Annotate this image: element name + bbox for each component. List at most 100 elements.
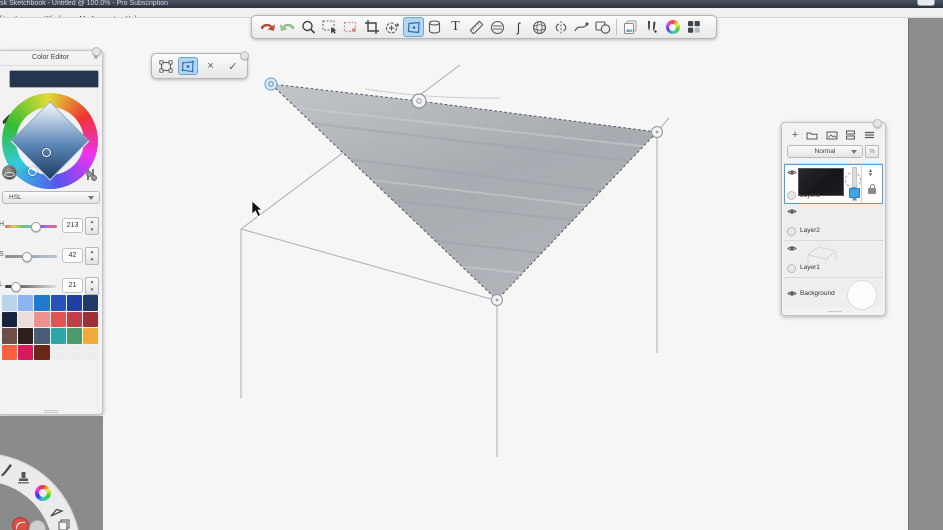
reselect-tool-button[interactable]: [340, 17, 361, 37]
hue-value[interactable]: 213: [62, 218, 83, 233]
layer-folder-button[interactable]: [806, 131, 818, 140]
color-editor-resize-grip[interactable]: [44, 410, 58, 411]
layers-panel-resize-grip[interactable]: [828, 311, 842, 312]
zoom-tool-button[interactable]: [298, 17, 319, 37]
color-editor-header[interactable]: Color Editor ×: [0, 51, 102, 66]
lightness-slider[interactable]: [5, 281, 57, 292]
distorted-layer[interactable]: [269, 83, 659, 301]
layers-panel-handle[interactable]: [873, 119, 882, 128]
color-swatch[interactable]: [34, 344, 50, 360]
brush-puck-icon[interactable]: [0, 462, 14, 477]
background-color-thumbnail[interactable]: [847, 280, 877, 310]
saturation-slider[interactable]: [5, 251, 57, 262]
menu-item-image[interactable]: Image: [10, 15, 39, 17]
menu-item-help[interactable]: Help: [121, 15, 145, 17]
saturation-slider-thumb[interactable]: [21, 251, 32, 262]
color-editor-handle[interactable]: [92, 47, 101, 56]
color-swatch[interactable]: [2, 311, 18, 327]
color-swatch[interactable]: [34, 311, 50, 327]
hue-slider[interactable]: [5, 221, 57, 232]
color-swatch[interactable]: [2, 328, 18, 344]
stamp-tool-icon[interactable]: [17, 471, 30, 485]
add-layer-button[interactable]: +: [792, 129, 798, 141]
handle-top-mid[interactable]: [411, 93, 427, 109]
lightness-value[interactable]: 21: [62, 278, 83, 293]
ellipse-guide-button[interactable]: [487, 17, 508, 37]
color-swatch[interactable]: [50, 295, 66, 311]
color-globe-icon[interactable]: [2, 165, 17, 180]
perspective-guide-button[interactable]: [529, 17, 550, 37]
layer-option-button[interactable]: %: [865, 145, 879, 158]
layer-row-layer1[interactable]: Layer1: [784, 241, 883, 278]
slider-settings-icon[interactable]: [85, 169, 97, 181]
saturation-stepper[interactable]: ▲ ▼: [85, 247, 99, 265]
visibility-eye-icon[interactable]: [787, 208, 797, 215]
menu-item-window[interactable]: Window: [40, 15, 75, 17]
layer-marker-radio[interactable]: [787, 264, 796, 273]
canvas[interactable]: [0, 17, 909, 530]
layer-row-layer3[interactable]: Layer3 ▲ ▼: [784, 164, 883, 204]
color-swatch[interactable]: [2, 295, 18, 311]
lagoon-undo-button[interactable]: [12, 517, 29, 530]
color-swatch[interactable]: [50, 311, 66, 327]
hue-stepper[interactable]: ▲ ▼: [85, 217, 99, 235]
lagoon-secondary-button[interactable]: [29, 520, 46, 530]
menu-item-edit[interactable]: Edit: [0, 15, 10, 17]
layer-marker-radio[interactable]: [787, 191, 796, 200]
color-swatch[interactable]: [50, 328, 66, 344]
transform-bar-handle[interactable]: [240, 51, 249, 60]
current-color-swatch[interactable]: [9, 70, 99, 88]
cancel-transform-button[interactable]: ×: [201, 57, 221, 75]
lagoon-color-wheel-icon[interactable]: [35, 485, 51, 501]
layer-marker-radio[interactable]: [787, 227, 796, 236]
menu-item-my-account[interactable]: My Account: [74, 15, 120, 17]
french-curve-button[interactable]: ʃ: [508, 17, 529, 37]
color-swatch[interactable]: [34, 328, 50, 344]
diamond-picker[interactable]: [42, 148, 51, 157]
distort-mode-button[interactable]: [178, 57, 199, 75]
cylinder-distort-button[interactable]: [424, 17, 445, 37]
copic-library-button[interactable]: [683, 17, 704, 37]
color-swatch[interactable]: [18, 344, 34, 360]
color-swatch[interactable]: [66, 328, 82, 344]
lagoon-layers-icon[interactable]: [58, 519, 71, 530]
window-control-button[interactable]: [917, 0, 935, 6]
handle-bottom[interactable]: [490, 293, 504, 307]
color-swatch[interactable]: [82, 311, 99, 327]
visibility-eye-icon[interactable]: [787, 245, 797, 252]
steady-stroke-button[interactable]: [571, 17, 592, 37]
free-transform-button[interactable]: [156, 57, 176, 75]
layer-opacity-knob[interactable]: [849, 188, 860, 198]
lightness-slider-thumb[interactable]: [10, 281, 21, 292]
undo-button[interactable]: [256, 17, 277, 37]
select-tool-button[interactable]: [319, 17, 340, 37]
redo-button[interactable]: [277, 17, 298, 37]
color-swatch[interactable]: [18, 328, 34, 344]
color-swatch[interactable]: [18, 311, 34, 327]
shapes-tool-button[interactable]: [592, 17, 613, 37]
layer-editor-button[interactable]: [620, 17, 641, 37]
saturation-value[interactable]: 42: [62, 248, 83, 263]
layer-row-layer2[interactable]: Layer2: [784, 204, 883, 241]
layers-menu-button[interactable]: [864, 131, 875, 139]
brush-library-button[interactable]: [641, 17, 662, 37]
text-tool-button[interactable]: T: [445, 17, 466, 37]
color-editor-button[interactable]: [662, 17, 683, 37]
lightness-stepper[interactable]: ▲ ▼: [85, 277, 99, 295]
layer-row-background[interactable]: Background: [784, 278, 883, 310]
handle-top-left[interactable]: [264, 77, 278, 91]
color-swatch[interactable]: [82, 328, 99, 344]
accept-transform-button[interactable]: ✓: [223, 57, 243, 75]
color-swatch[interactable]: [66, 295, 82, 311]
visibility-eye-icon[interactable]: [787, 169, 797, 176]
ruler-tool-button[interactable]: [466, 17, 487, 37]
symmetry-tool-button[interactable]: [550, 17, 571, 37]
color-swatch[interactable]: [2, 344, 18, 360]
handle-right[interactable]: [650, 125, 664, 139]
lagoon-cursor-icon[interactable]: [50, 504, 64, 517]
distort-tool-button[interactable]: [403, 17, 424, 37]
saturation-diamond[interactable]: [10, 101, 90, 181]
blend-mode-select[interactable]: Normal: [787, 145, 863, 158]
import-image-button[interactable]: [826, 131, 838, 140]
hue-slider-thumb[interactable]: [30, 221, 41, 232]
